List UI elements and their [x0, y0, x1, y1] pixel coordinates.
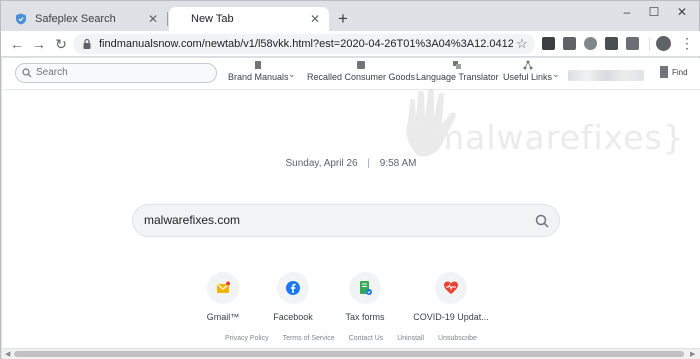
- search-icon[interactable]: [535, 214, 549, 228]
- watermark-text: {malwarefixes}: [410, 118, 685, 157]
- shortcut-label: Gmail™: [206, 312, 240, 322]
- bookmark-star-icon[interactable]: ☆: [513, 36, 531, 52]
- time-text: 9:58 AM: [379, 158, 417, 169]
- chevron-down-icon[interactable]: ⌄: [288, 69, 296, 80]
- shortcut-label: COVID-19 Updat...: [413, 312, 489, 322]
- address-bar[interactable]: findmanualsnow.com/newtab/v1/l58vkk.html…: [73, 34, 535, 54]
- forward-button[interactable]: →: [29, 34, 49, 54]
- horizontal-scrollbar[interactable]: ◀ ▶: [2, 348, 700, 359]
- covid-heart-icon: [444, 281, 458, 294]
- site-navbar: Search Brand Manuals ⌄ Recalled Consumer…: [2, 58, 700, 90]
- tab-new-tab[interactable]: New Tab ✕: [169, 7, 329, 31]
- lock-icon: [83, 38, 91, 49]
- shortcut-tax-forms[interactable]: Tax forms: [325, 272, 405, 322]
- date-time-separator: |: [367, 158, 370, 169]
- facebook-icon: [286, 281, 300, 295]
- back-button[interactable]: ←: [7, 34, 27, 54]
- footer-terms-of-service[interactable]: Terms of Service: [283, 335, 335, 342]
- date-time: Sunday, April 26 | 9:58 AM: [2, 158, 700, 169]
- nav-label: Useful Links: [503, 72, 553, 82]
- shortcut-facebook[interactable]: Facebook: [253, 272, 333, 322]
- scrollbar-thumb[interactable]: [14, 351, 684, 357]
- shield-icon: [16, 13, 26, 25]
- extension-shield-icon[interactable]: [626, 37, 639, 50]
- nav-label: Recalled Consumer Goods: [307, 72, 416, 82]
- tab-title: New Tab: [191, 13, 234, 25]
- nav-label: Language Translator: [416, 72, 499, 82]
- reload-button[interactable]: ↻: [51, 34, 71, 54]
- shortcut-tile: [349, 272, 381, 304]
- browser-toolbar: ← → ↻ findmanualsnow.com/newtab/v1/l58vk…: [1, 31, 700, 57]
- nav-brand-manuals[interactable]: Brand Manuals: [228, 60, 289, 88]
- maximize-button[interactable]: ☐: [640, 3, 668, 21]
- main-search-input[interactable]: malwarefixes.com: [132, 204, 560, 237]
- tax-forms-icon: [360, 281, 372, 295]
- search-placeholder: Search: [36, 67, 68, 78]
- date-text: Sunday, April 26: [285, 158, 358, 169]
- scroll-left-icon[interactable]: ◀: [5, 350, 10, 358]
- footer-contact-us[interactable]: Contact Us: [349, 335, 384, 342]
- shortcut-covid-19[interactable]: COVID-19 Updat...: [411, 272, 491, 322]
- nav-language-translator[interactable]: Language Translator: [416, 60, 499, 88]
- tab-safeplex-search[interactable]: Safeplex Search ✕: [7, 7, 167, 31]
- find-icon: [660, 66, 668, 78]
- menu-dots-icon[interactable]: ⋮: [680, 35, 694, 53]
- toolbar-separator: [649, 38, 650, 51]
- tab-strip: Safeplex Search ✕ New Tab ✕ + – ☐ ✕: [1, 1, 700, 31]
- tab-title: Safeplex Search: [35, 13, 116, 25]
- shortcut-tile: [207, 272, 239, 304]
- footer-uninstall[interactable]: Uninstall: [397, 335, 424, 342]
- recall-icon: [357, 61, 366, 69]
- scroll-right-icon[interactable]: ▶: [690, 350, 695, 358]
- navbar-search-input[interactable]: Search: [15, 63, 217, 83]
- url-text: findmanualsnow.com/newtab/v1/l58vkk.html…: [99, 38, 513, 50]
- new-tab-button[interactable]: +: [334, 10, 352, 28]
- close-tab-icon[interactable]: ✕: [307, 11, 323, 27]
- profile-avatar[interactable]: [656, 36, 671, 51]
- chevron-down-icon[interactable]: ⌄: [552, 69, 560, 80]
- minimize-button[interactable]: –: [613, 3, 641, 21]
- page-content: Search Brand Manuals ⌄ Recalled Consumer…: [2, 58, 700, 348]
- blurred-nav-item: [568, 70, 644, 81]
- footer-privacy-policy[interactable]: Privacy Policy: [225, 335, 269, 342]
- footer-unsubscribe[interactable]: Unsubscribe: [438, 335, 477, 342]
- extension-circle-icon[interactable]: [584, 37, 597, 50]
- extension-download-icon[interactable]: [542, 37, 555, 50]
- nav-find[interactable]: Find: [659, 66, 688, 78]
- translate-icon: [453, 61, 462, 69]
- tab-separator: [167, 12, 168, 26]
- nav-label: Find: [672, 67, 688, 77]
- nav-useful-links[interactable]: Useful Links: [503, 60, 552, 88]
- shortcut-gmail[interactable]: Gmail™: [183, 272, 263, 322]
- shortcut-label: Tax forms: [345, 312, 385, 322]
- shortcut-tile: [435, 272, 467, 304]
- browser-window: Safeplex Search ✕ New Tab ✕ + – ☐ ✕ ← → …: [0, 0, 700, 359]
- nav-recalled-consumer-goods[interactable]: Recalled Consumer Goods: [307, 60, 415, 88]
- close-tab-icon[interactable]: ✕: [145, 11, 161, 27]
- extension-clock-icon[interactable]: [605, 37, 618, 50]
- search-icon: [22, 68, 32, 78]
- extension-r-icon[interactable]: [563, 37, 576, 50]
- gmail-icon: [217, 281, 230, 293]
- manual-icon: [255, 61, 262, 69]
- close-window-button[interactable]: ✕: [668, 3, 696, 21]
- footer-links: Privacy Policy Terms of Service Contact …: [2, 335, 700, 342]
- search-value: malwarefixes.com: [144, 213, 241, 227]
- shortcut-tile: [277, 272, 309, 304]
- nav-label: Brand Manuals: [228, 72, 289, 82]
- shortcut-label: Facebook: [273, 312, 313, 322]
- share-icon: [523, 60, 533, 70]
